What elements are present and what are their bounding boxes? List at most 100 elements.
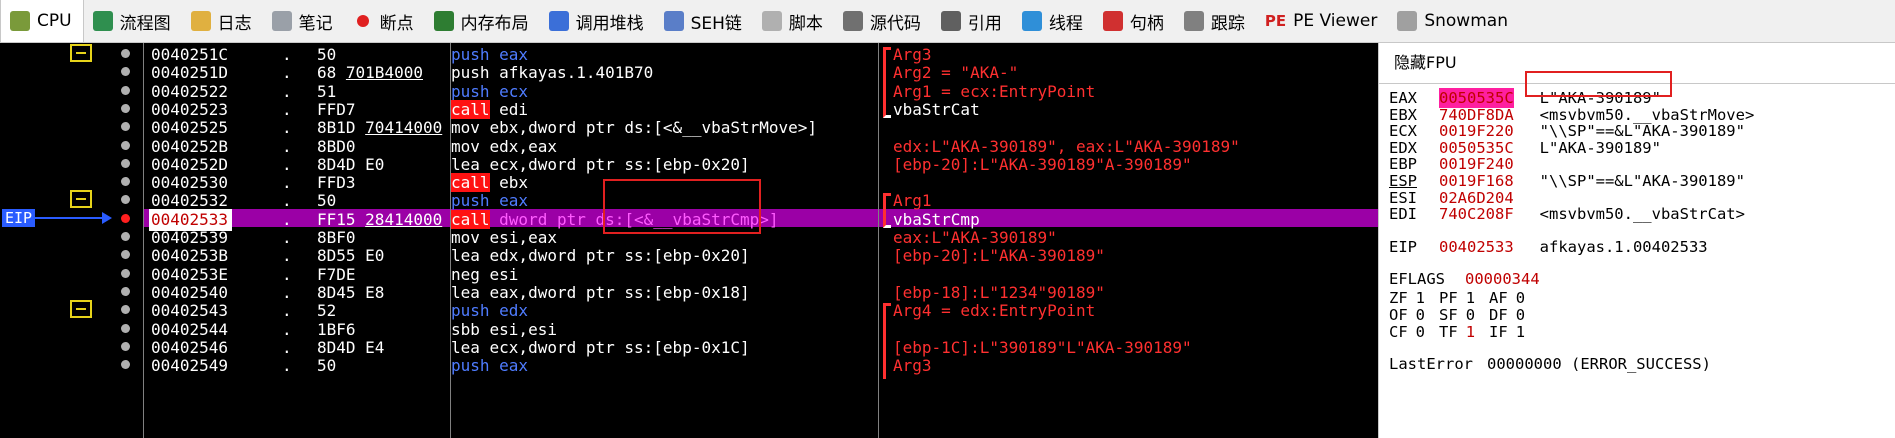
bytes-text: 8D45 E8 xyxy=(317,282,385,302)
tab-memory-map[interactable]: 内存布局 xyxy=(425,0,540,42)
instruction-part: push edx xyxy=(451,301,529,321)
call-stack-icon xyxy=(548,11,569,31)
instruction-part: edi xyxy=(489,99,529,119)
bytes-operand: 70414000 xyxy=(365,118,443,138)
tab-label: 内存布局 xyxy=(460,13,529,34)
flag-value[interactable]: 0 xyxy=(1416,323,1425,341)
instruction-part: push ecx xyxy=(451,81,529,101)
register-edi[interactable]: EDI 740C208F <msvbvm50.__vbaStrCat> xyxy=(1389,204,1745,224)
breakpoint-dot[interactable] xyxy=(121,323,130,333)
jump-target-marker[interactable] xyxy=(70,44,92,62)
jump-target-marker[interactable] xyxy=(70,190,92,209)
bytes-text: 50 xyxy=(317,356,337,376)
instruction-comment[interactable]: vbaStrCat xyxy=(893,99,980,121)
breakpoint-dot[interactable] xyxy=(121,213,130,223)
call-mnemonic: call xyxy=(451,99,490,119)
tab-label: 脚本 xyxy=(788,13,823,34)
register-value[interactable]: 00000344 xyxy=(1465,269,1540,289)
tab-call-stack[interactable]: 调用堆栈 xyxy=(540,0,655,42)
breakpoint-dot[interactable] xyxy=(121,250,130,260)
breakpoint-dot[interactable] xyxy=(121,67,130,77)
tab-label: 流程图 xyxy=(119,13,171,34)
breakpoint-dot[interactable] xyxy=(121,103,130,113)
instruction-part: neg esi xyxy=(451,264,519,284)
breakpoint-dot[interactable] xyxy=(121,140,130,150)
bytes-text: 8BD0 xyxy=(317,136,356,156)
tab-log[interactable]: 日志 xyxy=(182,0,263,42)
bytes-text: FFD3 xyxy=(317,173,356,193)
instruction-column: push eax push afkayas.1.401B70 push ecx cal… xyxy=(451,43,879,438)
instruction-part: push eax xyxy=(451,356,529,376)
instruction-comment[interactable]: [ebp-20]:L"AKA-390189"A-390189" xyxy=(893,154,1192,176)
tab-label: 句柄 xyxy=(1129,13,1164,34)
tab-graph[interactable]: 流程图 xyxy=(84,0,182,42)
breakpoint-dot[interactable] xyxy=(121,286,130,296)
last-error: LastError 00000000 (ERROR_SUCCESS) xyxy=(1389,354,1711,374)
instruction-comment[interactable]: Arg4 = edx:EntryPoint xyxy=(893,300,1095,322)
register-value[interactable]: 00402533 xyxy=(1439,237,1514,257)
breakpoint-dot[interactable] xyxy=(121,158,130,168)
instruction-part: lea edx,dword ptr ss:[ebp-0x20] xyxy=(451,246,750,266)
address-text: 0040251C xyxy=(151,45,229,64)
instruction-part: mov edx,eax xyxy=(451,136,557,156)
comment-column: Arg3 Arg2 = "AKA-" Arg1 = ecx:EntryPoint vb… xyxy=(879,43,1378,438)
tab-bar: CPU 流程图 日志 笔记 断点 内存布局 调用堆栈 SEH链 脚本 源代码 引用 线程 句柄 跟踪 PE P… xyxy=(0,0,1895,43)
row-marker: . xyxy=(282,356,292,376)
tab-cpu[interactable]: CPU xyxy=(0,0,84,42)
breakpoint-dot[interactable] xyxy=(121,195,130,205)
log-icon xyxy=(190,11,211,31)
instruction-comment[interactable]: [ebp-1C]:L"390189"L"AKA-390189" xyxy=(893,337,1192,359)
flag-name: TF xyxy=(1439,322,1458,341)
tab-script[interactable]: 脚本 xyxy=(753,0,834,42)
flag-value[interactable]: 1 xyxy=(1516,323,1525,341)
breakpoint-dot[interactable] xyxy=(121,232,130,241)
register-value[interactable]: 740C208F xyxy=(1439,204,1514,224)
instruction-part: mov ebx,dword ptr ds:[<&__vbaStrMove>] xyxy=(451,118,818,138)
argument-bracket xyxy=(883,193,891,228)
instruction-part: ebx xyxy=(489,173,529,193)
tab-threads[interactable]: 线程 xyxy=(1013,0,1094,42)
tab-handles[interactable]: 句柄 xyxy=(1094,0,1175,42)
source-icon xyxy=(842,11,863,31)
breakpoint-dot[interactable] xyxy=(121,49,130,58)
disassembly-view[interactable]: EIP 0040251C 0040251D 00402522 00402523 0040… xyxy=(0,43,1378,438)
breakpoint-dot[interactable] xyxy=(121,122,130,132)
instruction-comment[interactable]: Arg3 xyxy=(893,355,932,377)
bytes-text: FFD7 xyxy=(317,99,356,119)
bytes-text: 8BF0 xyxy=(317,228,356,247)
memory-map-icon xyxy=(433,11,454,31)
register-eflags[interactable]: EFLAGS 00000344 xyxy=(1389,269,1540,289)
breakpoint-dot[interactable] xyxy=(121,305,130,315)
tab-seh[interactable]: SEH链 xyxy=(655,0,753,42)
address-text: 0040252B xyxy=(151,136,229,156)
tab-pe-viewer[interactable]: PE PE Viewer xyxy=(1256,0,1388,42)
tab-label: CPU xyxy=(37,11,72,31)
tab-breakpoint[interactable]: 断点 xyxy=(344,0,425,42)
tab-label: SEH链 xyxy=(690,13,742,34)
cpu-icon xyxy=(10,11,30,31)
instruction-text[interactable]: push eax xyxy=(451,355,528,377)
breakpoint-dot[interactable] xyxy=(121,85,130,95)
tab-notes[interactable]: 笔记 xyxy=(263,0,344,42)
breakpoint-dot[interactable] xyxy=(121,360,130,370)
breakpoint-dot[interactable] xyxy=(121,177,130,187)
tab-label: 跟踪 xyxy=(1210,13,1245,34)
jump-target-marker[interactable] xyxy=(70,300,92,319)
tab-references[interactable]: 引用 xyxy=(932,0,1013,42)
breakpoint-icon xyxy=(356,15,369,27)
address-column: 0040251C 0040251D 00402522 00402523 00402525… xyxy=(143,43,272,438)
instruction-comment[interactable]: [ebp-20]:L"AKA-390189" xyxy=(893,245,1105,267)
register-pane[interactable]: 隐藏FPU EAX 0050535C L"AKA-390189" EBX 740DF8D… xyxy=(1378,43,1895,438)
instruction-part: lea ecx,dword ptr ss:[ebp-0x20] xyxy=(451,154,750,174)
breakpoint-dot[interactable] xyxy=(121,341,130,351)
register-eip[interactable]: EIP 00402533 afkayas.1.00402533 xyxy=(1389,237,1708,257)
tab-trace[interactable]: 跟踪 xyxy=(1175,0,1256,42)
handles-icon xyxy=(1102,11,1123,31)
flag-value[interactable]: 1 xyxy=(1466,323,1475,341)
instruction-address[interactable]: 00402549 xyxy=(151,355,228,377)
tab-snowman[interactable]: Snowman xyxy=(1388,0,1519,42)
tab-source[interactable]: 源代码 xyxy=(834,0,932,42)
address-text: 00402539 xyxy=(151,228,229,247)
bytes-text: 50 xyxy=(317,191,337,211)
breakpoint-dot[interactable] xyxy=(121,268,130,278)
